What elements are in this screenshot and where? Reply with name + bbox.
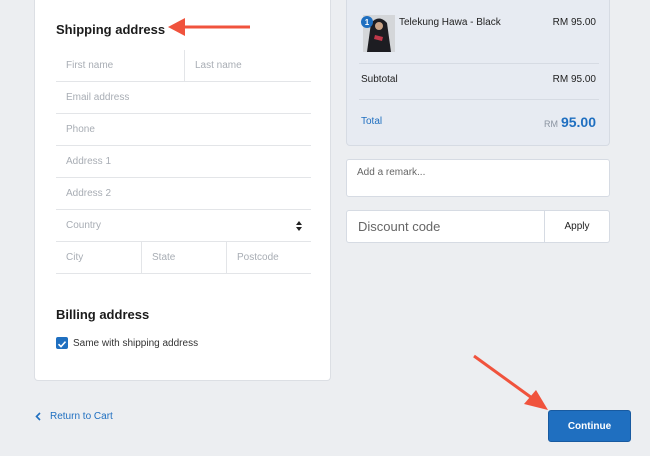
country-select[interactable]: Country — [56, 210, 311, 242]
discount-row: Discount code Apply — [346, 210, 610, 243]
phone-field[interactable]: Phone — [56, 114, 311, 146]
address2-field[interactable]: Address 2 — [56, 178, 311, 210]
select-caret-icon — [296, 221, 302, 231]
summary-divider — [359, 63, 599, 64]
last-name-field[interactable]: Last name — [185, 50, 311, 82]
same-as-shipping-label[interactable]: Same with shipping address — [73, 338, 198, 349]
continue-button[interactable]: Continue — [548, 410, 631, 442]
return-to-cart-label[interactable]: Return to Cart — [50, 411, 113, 422]
return-to-cart-link[interactable]: Return to Cart — [35, 411, 113, 422]
address-form-card: Shipping address First name Last name Em… — [34, 0, 331, 381]
check-icon — [57, 341, 67, 348]
city-field[interactable]: City — [56, 242, 141, 274]
state-field[interactable]: State — [142, 242, 226, 274]
order-summary: 1 Telekung Hawa - Black RM 95.00 Subtota… — [346, 0, 610, 146]
total-value: 95.00 — [560, 114, 596, 130]
billing-address-title: Billing address — [56, 307, 150, 322]
same-as-shipping-checkbox[interactable] — [56, 337, 68, 349]
summary-divider — [359, 99, 599, 100]
product-name: Telekung Hawa - Black — [399, 17, 501, 28]
address1-field[interactable]: Address 1 — [56, 146, 311, 178]
remark-input[interactable]: Add a remark... — [346, 159, 610, 197]
apply-button[interactable]: Apply — [544, 211, 609, 242]
postcode-field[interactable]: Postcode — [227, 242, 311, 274]
email-field[interactable]: Email address — [56, 82, 311, 114]
annotation-arrow-icon — [168, 18, 250, 36]
first-name-field[interactable]: First name — [56, 50, 184, 82]
discount-code-input[interactable]: Discount code — [347, 211, 544, 242]
total-amount: RM 95.00 — [544, 114, 596, 130]
product-price: RM 95.00 — [552, 17, 596, 28]
quantity-badge: 1 — [361, 16, 373, 28]
total-label: Total — [361, 116, 383, 127]
total-currency: RM — [543, 119, 558, 129]
shipping-address-title: Shipping address — [56, 22, 166, 37]
country-select-label: Country — [66, 220, 102, 231]
subtotal-value: RM 95.00 — [552, 74, 596, 85]
chevron-left-icon — [35, 412, 41, 421]
subtotal-label: Subtotal — [361, 74, 398, 85]
annotation-arrow-icon — [473, 354, 548, 410]
